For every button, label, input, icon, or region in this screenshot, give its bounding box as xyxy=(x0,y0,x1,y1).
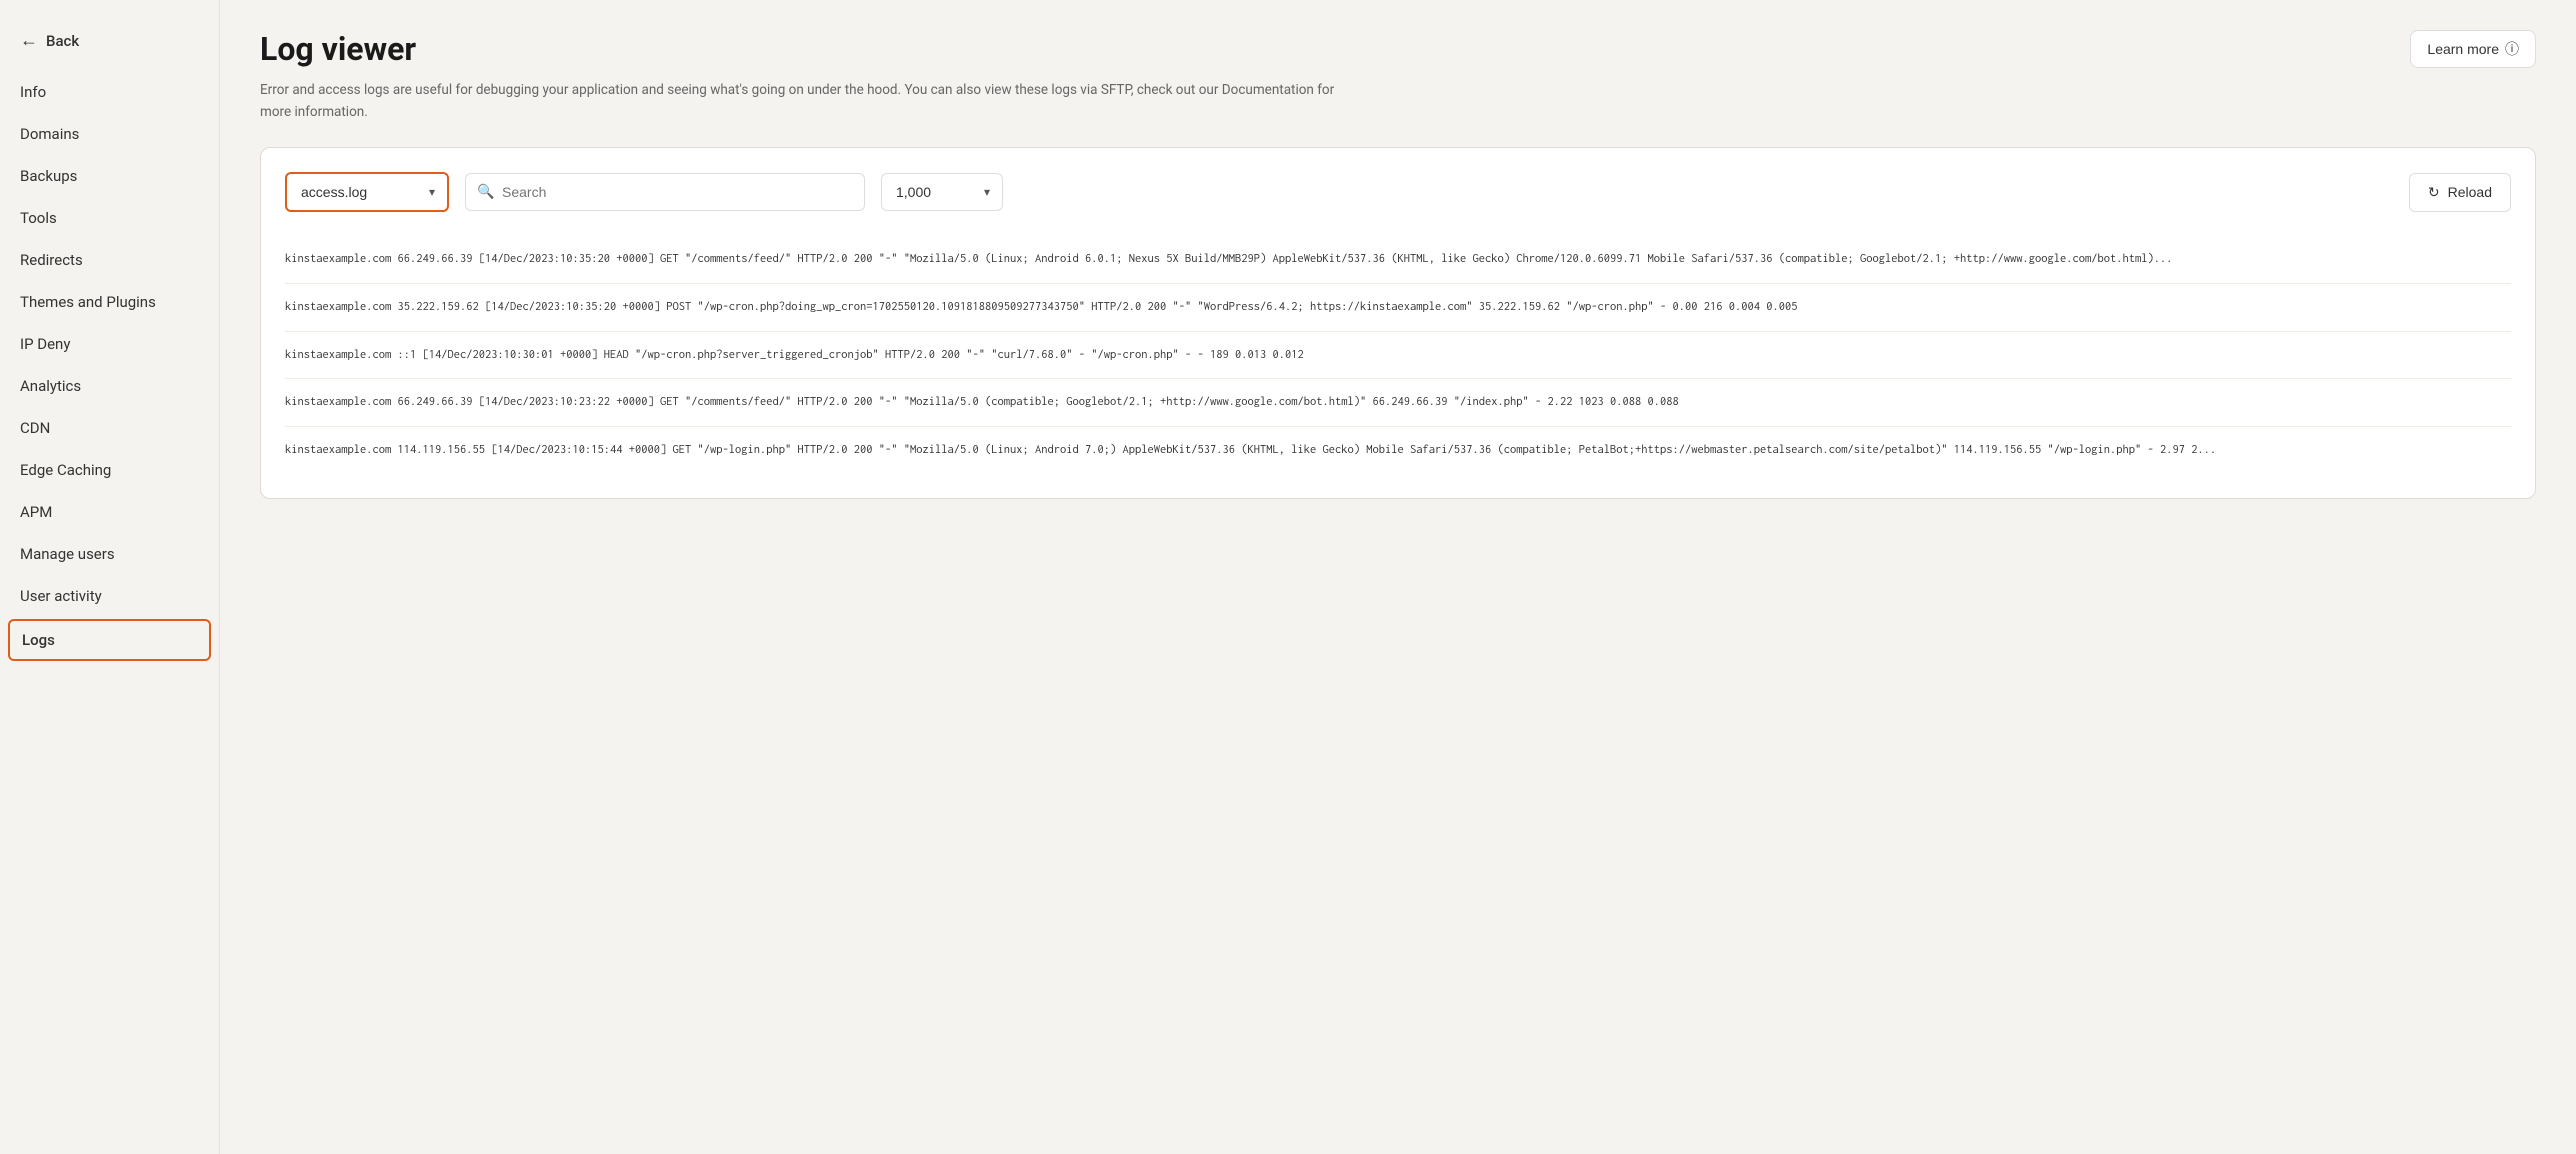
back-label: Back xyxy=(46,32,79,50)
reload-icon: ↻ xyxy=(2428,184,2440,201)
page-description: Error and access logs are useful for deb… xyxy=(260,80,1360,123)
main-content: Log viewer Learn more ⓘ Error and access… xyxy=(220,0,2576,1154)
sidebar-item-tools[interactable]: Tools xyxy=(0,197,219,239)
search-input[interactable] xyxy=(465,173,865,211)
log-entries: kinstaexample.com 66.249.66.39 [14/Dec/2… xyxy=(285,236,2511,474)
count-select-wrapper: 1005001,0005,000 ▾ xyxy=(881,173,1003,211)
log-entry: kinstaexample.com 66.249.66.39 [14/Dec/2… xyxy=(285,379,2511,427)
log-entry: kinstaexample.com 35.222.159.62 [14/Dec/… xyxy=(285,284,2511,332)
sidebar-nav: InfoDomainsBackupsToolsRedirectsThemes a… xyxy=(0,71,219,663)
log-container: access.logerror.log ▾ 🔍 1005001,0005,000… xyxy=(260,147,2536,499)
log-entry: kinstaexample.com 66.249.66.39 [14/Dec/2… xyxy=(285,236,2511,284)
sidebar-item-logs[interactable]: Logs xyxy=(8,619,211,661)
sidebar: ← Back InfoDomainsBackupsToolsRedirectsT… xyxy=(0,0,220,1154)
learn-more-label: Learn more xyxy=(2427,41,2499,57)
sidebar-item-apm[interactable]: APM xyxy=(0,491,219,533)
reload-button[interactable]: ↻ Reload xyxy=(2409,173,2511,212)
log-file-select-wrapper: access.logerror.log ▾ xyxy=(285,172,449,212)
back-arrow-icon: ← xyxy=(20,30,38,51)
sidebar-item-analytics[interactable]: Analytics xyxy=(0,365,219,407)
page-title: Log viewer xyxy=(260,30,416,68)
sidebar-item-domains[interactable]: Domains xyxy=(0,113,219,155)
controls-row: access.logerror.log ▾ 🔍 1005001,0005,000… xyxy=(285,172,2511,212)
back-button[interactable]: ← Back xyxy=(0,20,219,71)
sidebar-item-themes-and-plugins[interactable]: Themes and Plugins xyxy=(0,281,219,323)
sidebar-item-user-activity[interactable]: User activity xyxy=(0,575,219,617)
sidebar-item-cdn[interactable]: CDN xyxy=(0,407,219,449)
sidebar-item-edge-caching[interactable]: Edge Caching xyxy=(0,449,219,491)
sidebar-item-info[interactable]: Info xyxy=(0,71,219,113)
sidebar-item-ip-deny[interactable]: IP Deny xyxy=(0,323,219,365)
log-file-select[interactable]: access.logerror.log xyxy=(287,174,447,210)
learn-more-button[interactable]: Learn more ⓘ xyxy=(2410,30,2536,68)
search-icon: 🔍 xyxy=(477,184,494,200)
sidebar-item-redirects[interactable]: Redirects xyxy=(0,239,219,281)
search-wrapper: 🔍 xyxy=(465,173,865,211)
sidebar-item-manage-users[interactable]: Manage users xyxy=(0,533,219,575)
count-select[interactable]: 1005001,0005,000 xyxy=(882,174,1002,210)
sidebar-item-backups[interactable]: Backups xyxy=(0,155,219,197)
reload-label: Reload xyxy=(2448,184,2492,200)
info-icon: ⓘ xyxy=(2505,39,2519,59)
log-entry: kinstaexample.com 114.119.156.55 [14/Dec… xyxy=(285,427,2511,474)
log-entry: kinstaexample.com ::1 [14/Dec/2023:10:30… xyxy=(285,332,2511,380)
top-bar: Log viewer Learn more ⓘ xyxy=(260,30,2536,68)
